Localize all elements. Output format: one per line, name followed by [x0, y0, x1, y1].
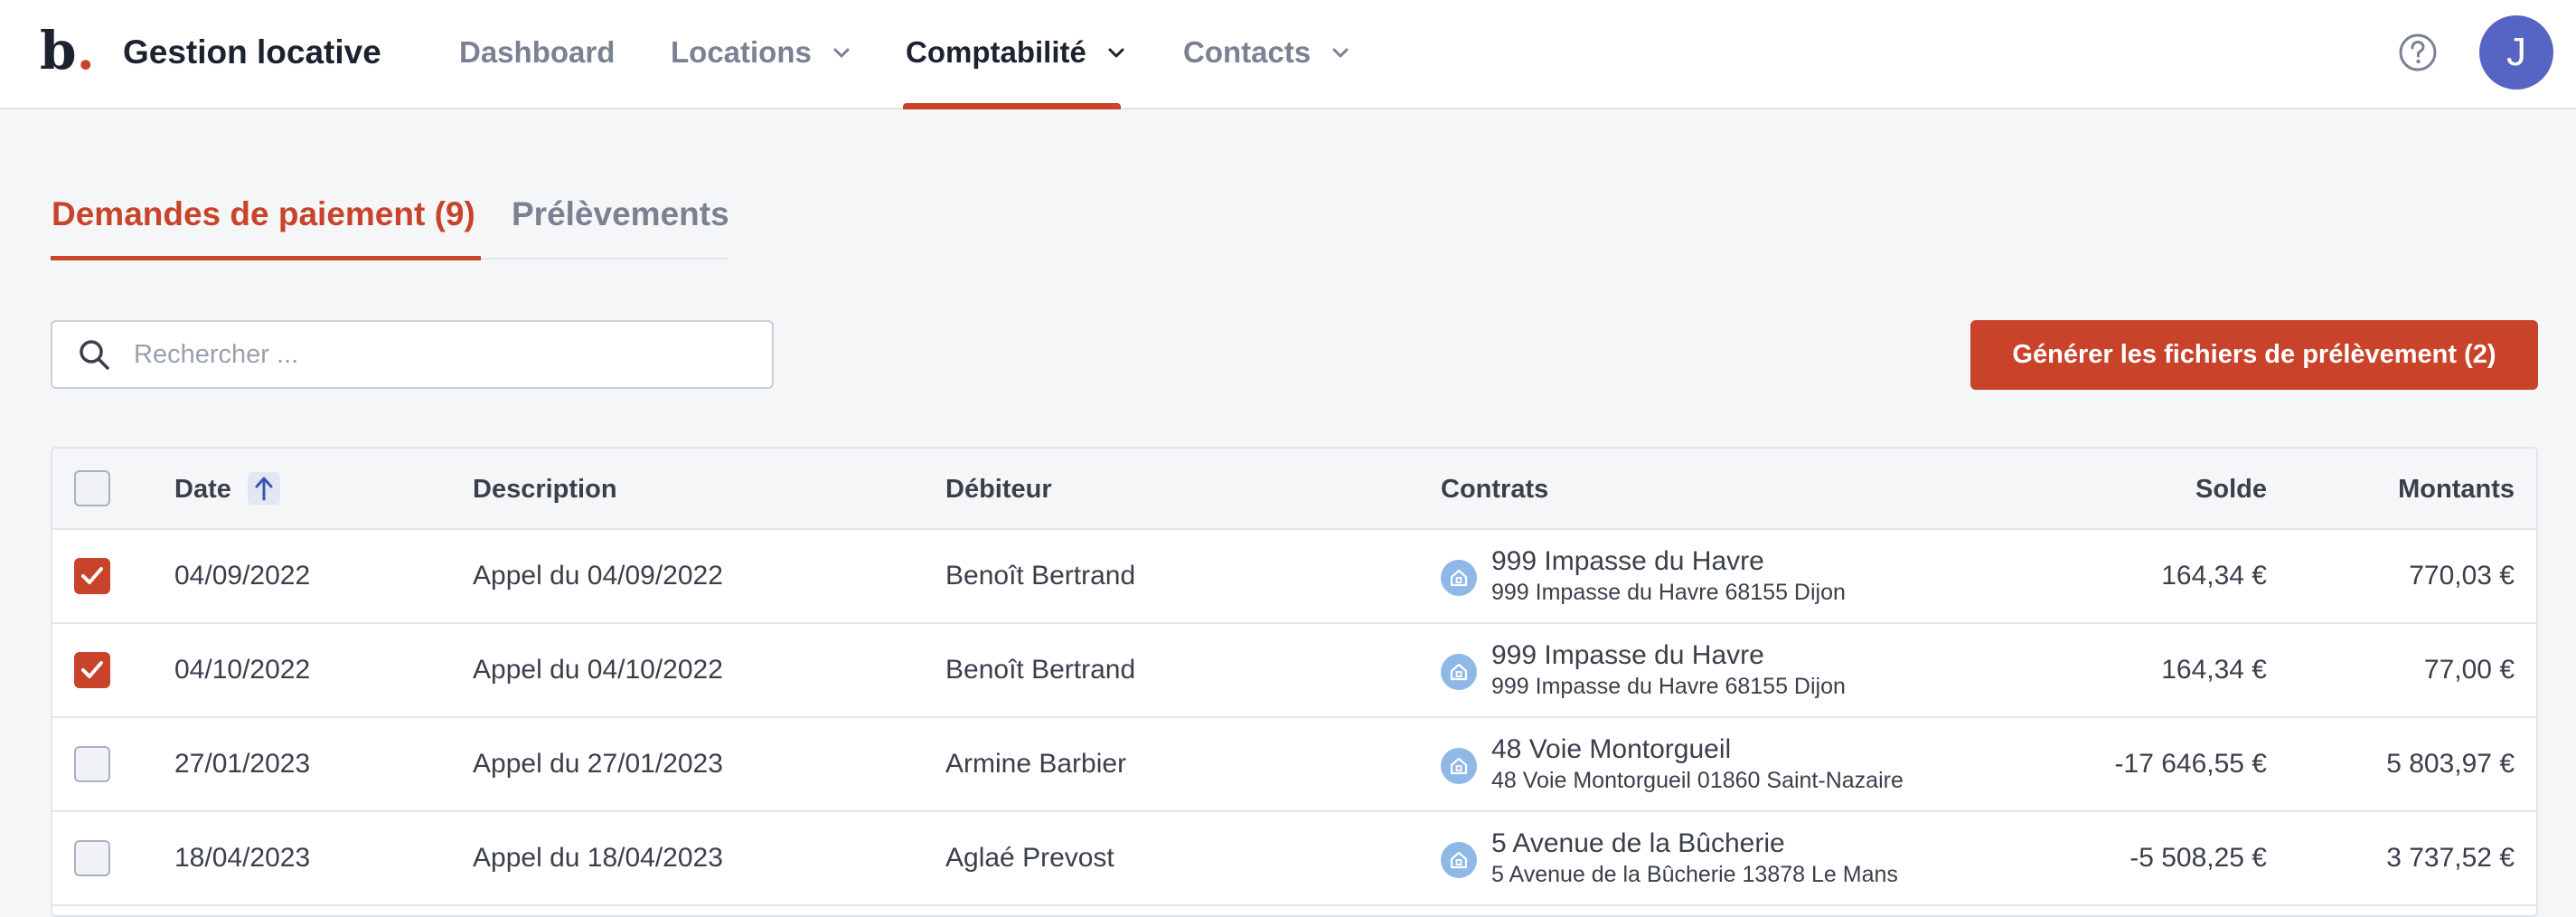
- cell-description: Appel du 27/01/2023: [473, 749, 723, 779]
- contract-address: 48 Voie Montorgueil 01860 Saint-Nazaire: [1491, 768, 1904, 793]
- search-box: [51, 320, 774, 389]
- search-input[interactable]: [134, 331, 748, 378]
- column-header-date[interactable]: Date: [174, 449, 280, 530]
- chevron-down-icon: [1332, 48, 1349, 58]
- help-icon[interactable]: [2398, 33, 2438, 72]
- row-checkbox[interactable]: [74, 558, 110, 594]
- cell-debtor: Benoît Bertrand: [945, 561, 1136, 591]
- user-avatar[interactable]: J: [2479, 15, 2553, 90]
- contract-address: 999 Impasse du Havre 68155 Dijon: [1491, 674, 1846, 699]
- top-navigation-bar: b. Gestion locative Dashboard Locations …: [0, 0, 2576, 109]
- contract-title[interactable]: 999 Impasse du Havre: [1491, 640, 1764, 671]
- cell-debtor: Benoît Bertrand: [945, 655, 1136, 685]
- app-title: Gestion locative: [123, 33, 381, 71]
- payment-requests-table: Date Description Débiteur Contrats Solde…: [51, 447, 2538, 917]
- tab-direct-debits[interactable]: Prélèvements: [512, 194, 729, 235]
- nav-dashboard[interactable]: Dashboard: [459, 33, 615, 72]
- nav-locations-label: Locations: [671, 35, 812, 69]
- nav-comptabilite-label: Comptabilité: [906, 35, 1086, 69]
- nav-locations[interactable]: Locations: [671, 33, 851, 72]
- arrow-up-icon: [255, 477, 273, 501]
- table-row[interactable]: 18/04/2023 Appel du 18/04/2023 Aglaé Pre…: [52, 812, 2536, 906]
- cell-description: Appel du 18/04/2023: [473, 843, 723, 873]
- nav-contacts-label: Contacts: [1183, 35, 1312, 69]
- nav-comptabilite[interactable]: Comptabilité: [906, 33, 1126, 72]
- cell-date: 04/09/2022: [174, 561, 311, 591]
- column-header-balance: Solde: [2195, 475, 2267, 504]
- table-row[interactable]: 04/09/2022 Appel du 04/09/2022 Benoît Be…: [52, 530, 2536, 624]
- nav-dashboard-label: Dashboard: [459, 35, 616, 69]
- table-header: Date Description Débiteur Contrats Solde…: [52, 449, 2536, 530]
- column-header-amounts: Montants: [2398, 475, 2515, 504]
- cell-balance: 164,34 €: [2161, 561, 2267, 591]
- table-row[interactable]: 27/01/2023 Appel du 27/01/2023 Armine Ba…: [52, 718, 2536, 812]
- cell-date: 18/04/2023: [174, 843, 311, 873]
- cell-amount: 770,03 €: [2409, 561, 2515, 591]
- cell-amount: 5 803,97 €: [2386, 749, 2515, 779]
- sort-button[interactable]: [247, 472, 280, 506]
- column-header-date-label: Date: [174, 475, 231, 504]
- house-icon: [1441, 560, 1477, 596]
- contract-address: 5 Avenue de la Bûcherie 13878 Le Mans: [1491, 862, 1898, 887]
- table-row[interactable]: 04/10/2022 Appel du 04/10/2022 Benoît Be…: [52, 624, 2536, 718]
- checkmark-icon: [81, 661, 103, 678]
- checkmark-icon: [81, 567, 103, 584]
- cell-description: Appel du 04/10/2022: [473, 655, 723, 685]
- active-tab-indicator: [51, 256, 481, 260]
- row-checkbox[interactable]: [74, 746, 110, 782]
- cell-date: 04/10/2022: [174, 655, 311, 685]
- cell-amount: 3 737,52 €: [2386, 843, 2515, 873]
- house-icon: [1441, 842, 1477, 878]
- chevron-down-icon: [1108, 48, 1124, 58]
- cell-balance: -5 508,25 €: [2129, 843, 2267, 873]
- active-nav-indicator: [903, 103, 1121, 109]
- house-icon: [1441, 748, 1477, 784]
- cell-description: Appel du 04/09/2022: [473, 561, 723, 591]
- contract-title[interactable]: 5 Avenue de la Bûcherie: [1491, 828, 1785, 859]
- column-header-debtor: Débiteur: [945, 475, 1052, 504]
- column-header-description: Description: [473, 475, 617, 504]
- cell-debtor: Armine Barbier: [945, 749, 1127, 779]
- select-all-checkbox[interactable]: [74, 470, 110, 506]
- generate-debit-files-button[interactable]: Générer les fichiers de prélèvement (2): [1970, 320, 2538, 390]
- app-logo[interactable]: b.: [40, 24, 95, 78]
- cell-balance: -17 646,55 €: [2114, 749, 2267, 779]
- row-checkbox[interactable]: [74, 840, 110, 876]
- contract-title[interactable]: 999 Impasse du Havre: [1491, 546, 1764, 577]
- column-header-contracts: Contrats: [1441, 475, 1549, 504]
- contract-title[interactable]: 48 Voie Montorgueil: [1491, 734, 1731, 765]
- nav-contacts[interactable]: Contacts: [1183, 33, 1350, 72]
- house-icon: [1441, 654, 1477, 690]
- cell-amount: 77,00 €: [2423, 655, 2515, 685]
- chevron-down-icon: [833, 48, 850, 58]
- contract-address: 999 Impasse du Havre 68155 Dijon: [1491, 580, 1846, 605]
- cell-debtor: Aglaé Prevost: [945, 843, 1114, 873]
- tab-payment-requests[interactable]: Demandes de paiement (9): [52, 194, 475, 235]
- search-icon: [80, 340, 109, 370]
- cell-date: 27/01/2023: [174, 749, 311, 779]
- row-checkbox[interactable]: [74, 652, 110, 688]
- cell-balance: 164,34 €: [2161, 655, 2267, 685]
